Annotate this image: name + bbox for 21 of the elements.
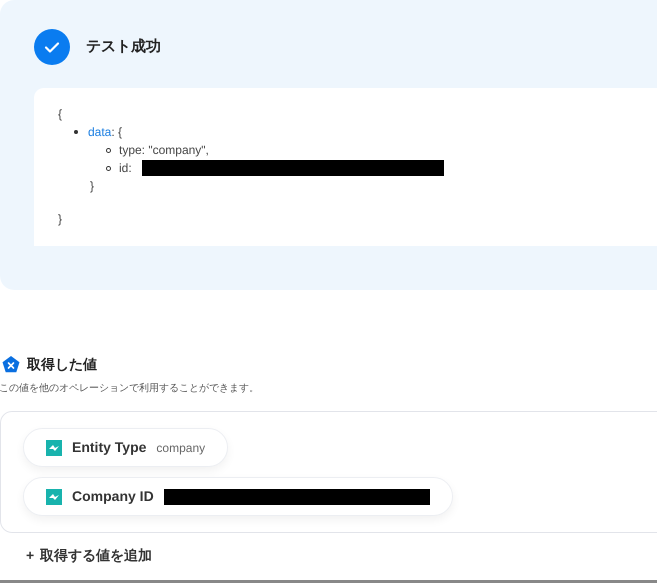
value-label: Company ID — [72, 487, 154, 506]
value-chip[interactable]: Company ID — [23, 477, 453, 516]
json-key[interactable]: data — [88, 123, 112, 141]
code-text: id: — [119, 160, 132, 177]
add-value-button[interactable]: + 取得する値を追加 — [26, 545, 152, 566]
brace-text: } — [90, 178, 94, 195]
value-text: company — [156, 440, 206, 456]
code-text: type: "company", — [119, 142, 209, 159]
app-logo-icon — [46, 440, 62, 456]
bullet-icon — [74, 130, 78, 134]
app-logo-icon — [46, 488, 62, 504]
code-text: : { — [111, 124, 122, 141]
panel-title: テスト成功 — [86, 36, 161, 57]
value-label: Entity Type — [72, 438, 146, 457]
bullet-icon — [106, 148, 111, 152]
brace-text: } — [58, 211, 62, 228]
section-description: この値を他のオペレーションで利用することができます。 — [0, 382, 259, 396]
bullet-icon — [106, 166, 111, 170]
value-chip[interactable]: Entity Type company — [23, 428, 228, 467]
brace-text: { — [58, 106, 62, 123]
section-title: 取得した値 — [27, 355, 97, 374]
